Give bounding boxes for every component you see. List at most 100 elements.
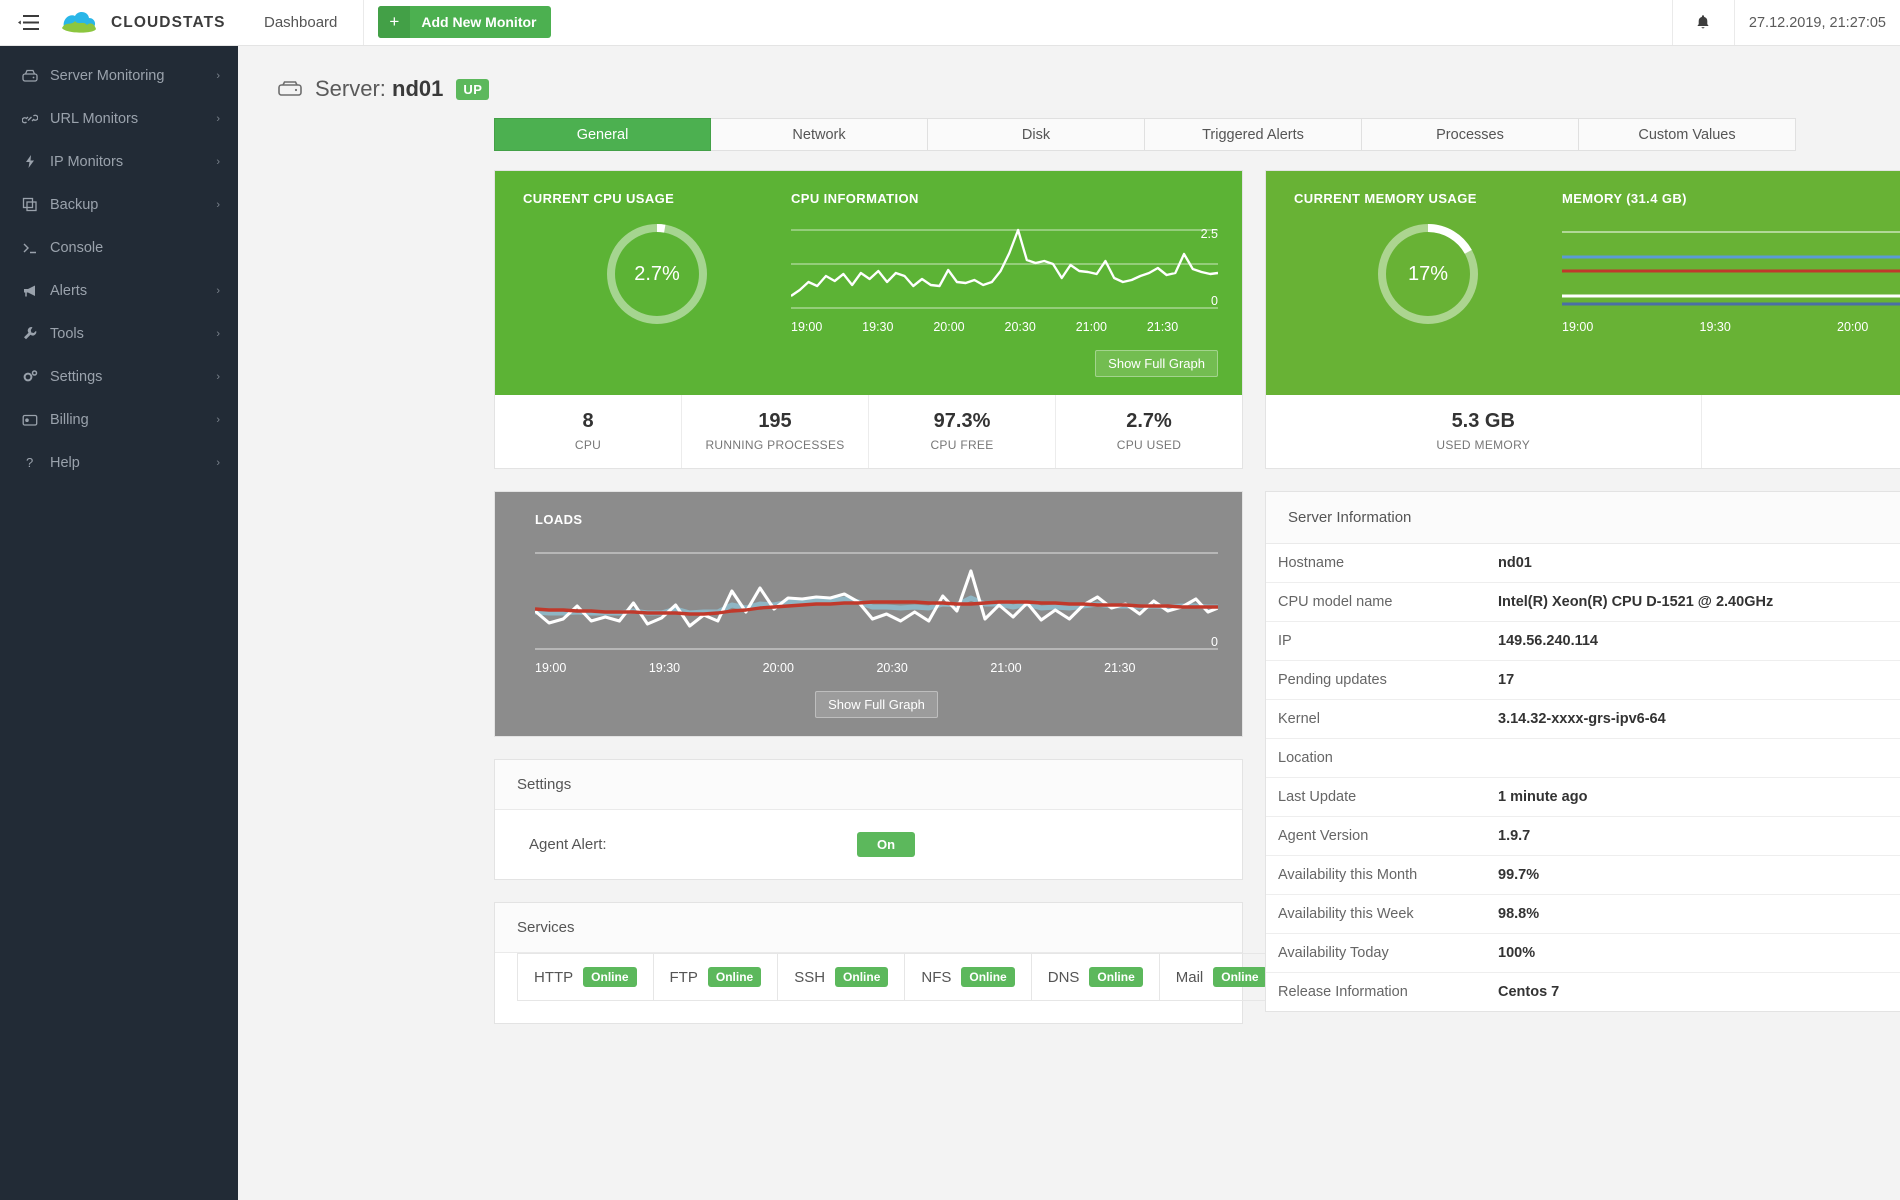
sidebar: CLOUDSTATS Server Monitoring › URL Monit… [0,0,238,1200]
tab-triggered-alerts[interactable]: Triggered Alerts [1145,118,1362,151]
bell-icon[interactable] [1671,0,1734,45]
info-key: CPU model name [1278,594,1393,610]
cpu-chart-ymin-label: 0 [1211,294,1218,308]
info-value: Intel(R) Xeon(R) CPU D-1521 @ 2.40GHz [1498,594,1774,610]
sidebar-item-billing[interactable]: Billing › [0,398,238,441]
question-icon: ? [22,455,50,470]
terminal-icon [22,241,50,255]
cpu-usage-value: 2.7% [634,262,680,285]
cpu-show-full-graph-button[interactable]: Show Full Graph [1095,350,1218,377]
service-name: DNS [1047,968,1080,986]
server-name: nd01 [392,76,444,101]
cpu-xtick: 19:30 [862,320,894,334]
loads-xtick: 20:30 [876,661,908,675]
service-item-ssh[interactable]: SSH Online [777,953,905,1001]
cpu-chart-xaxis: 19:00 19:30 20:00 20:30 21:00 21:30 [791,320,1218,334]
table-row: Pending updates 17 [1266,661,1900,700]
tab-disk[interactable]: Disk [928,118,1145,151]
service-item-nfs[interactable]: NFS Online [904,953,1031,1001]
left-column: CURRENT CPU USAGE 2.7% CPU INFORMATION 2… [494,170,1283,1024]
sidebar-item-ip-monitors[interactable]: IP Monitors › [0,140,238,183]
loads-chart-ymin-label: 0 [1211,635,1218,649]
nav-dashboard[interactable]: Dashboard [238,0,365,45]
stat-value: 26 [1706,410,1900,433]
brand[interactable]: CLOUDSTATS [58,8,226,38]
bolt-icon [22,154,50,169]
service-item-http[interactable]: HTTP Online [517,953,653,1001]
topbar: Dashboard + Add New Monitor 27.12.2019, … [238,0,1900,46]
stat-label: USED MEMORY [1436,438,1531,452]
loads-show-full-graph-button[interactable]: Show Full Graph [815,691,938,718]
sidebar-item-help[interactable]: ? Help › [0,441,238,484]
sidebar-item-settings[interactable]: Settings › [0,355,238,398]
tab-bar: General Network Disk Triggered Alerts Pr… [238,118,1900,151]
server-hdd-icon [278,80,302,98]
sidebar-item-label: Help [50,454,80,471]
service-item-dns[interactable]: DNS Online [1030,953,1159,1001]
stat-label: RUNNING PROCESSES [705,438,845,452]
table-row: Kernel 3.14.32-xxxx-grs-ipv6-64 [1266,700,1900,739]
service-name: FTP [669,968,698,986]
memory-xtick: 20:00 [1837,320,1869,334]
tab-processes[interactable]: Processes [1362,118,1579,151]
cpu-usage-block: CURRENT CPU USAGE 2.7% [523,191,791,377]
cloudstats-logo-icon [58,8,100,38]
sidebar-item-backup[interactable]: Backup › [0,183,238,226]
settings-panel-body: Agent Alert: On [495,810,1242,879]
sidebar-item-server-monitoring[interactable]: Server Monitoring › [0,54,238,97]
sidebar-item-alerts[interactable]: Alerts › [0,269,238,312]
tab-network[interactable]: Network [711,118,928,151]
chevron-right-icon: › [216,284,220,297]
add-new-monitor-button[interactable]: + Add New Monitor [378,6,551,38]
memory-sparkline-chart [1562,224,1900,316]
stat-label: CPU [574,438,602,452]
server-icon [22,69,50,83]
cpu-xtick: 21:00 [1075,320,1107,334]
memory-fullgraph-row: Show Full Graph [1562,350,1900,377]
memory-usage-title: CURRENT MEMORY USAGE [1294,191,1477,206]
loads-chart-xaxis: 19:00 19:30 20:00 20:30 21:00 21:30 [535,661,1218,675]
sidebar-brand-row: CLOUDSTATS [0,0,238,46]
info-value: 149.56.240.114 [1498,633,1598,649]
tab-general[interactable]: General [494,118,711,151]
table-row: Hostname nd01 [1266,544,1900,583]
agent-alert-row: Agent Alert: On [517,832,1220,857]
stat-value: 5.3 GB [1451,410,1515,432]
table-row: Release Information Centos 7 [1266,973,1900,1011]
chevron-right-icon: › [216,456,220,469]
sidebar-item-label: Settings [50,368,103,385]
plus-icon: + [378,6,411,38]
agent-alert-toggle[interactable]: On [857,832,915,857]
info-key: IP [1278,633,1292,649]
agent-alert-label: Agent Alert: [529,836,607,853]
sidebar-item-label: Billing [50,411,89,428]
memory-usage-value: 17% [1407,262,1449,285]
info-key: Location [1278,750,1333,766]
info-key: Availability Today [1278,945,1389,961]
cpu-donut-wrap: 2.7% [523,220,791,328]
cpu-stat-cpu-used: 2.7% CPU USED [1056,395,1242,468]
info-key: Kernel [1278,711,1320,727]
info-key: Availability this Month [1278,867,1418,883]
sidebar-item-label: Server Monitoring [50,67,165,84]
cpu-stats-row: 8 CPU 195 RUNNING PROCESSES 97.3% CPU FR… [495,395,1242,468]
memory-xtick: 19:30 [1699,320,1731,334]
service-status-badge: Online [1213,967,1267,987]
content-area: CURRENT CPU USAGE 2.7% CPU INFORMATION 2… [238,151,1900,1024]
sidebar-item-tools[interactable]: Tools › [0,312,238,355]
table-row: Agent Version 1.9.7 [1266,817,1900,856]
service-name: HTTP [534,968,574,986]
info-key: Release Information [1278,984,1408,1000]
cpu-stat-cpu: 8 CPU [495,395,682,468]
tab-custom-values[interactable]: Custom Values [1579,118,1796,151]
stat-label: CPU USED [1116,438,1182,452]
collapse-menu-icon[interactable] [0,0,58,46]
cpu-graph-block: CPU INFORMATION 2.5 0 19:00 19:30 20:00 … [791,191,1218,377]
stat-value: 195 [758,410,792,432]
chevron-right-icon: › [216,112,220,125]
server-information-panel: Server Information Hostname nd01 CPU mod… [1265,491,1900,1012]
sidebar-item-url-monitors[interactable]: URL Monitors › [0,97,238,140]
info-value: Centos 7 [1498,984,1560,1000]
service-item-ftp[interactable]: FTP Online [652,953,778,1001]
sidebar-item-console[interactable]: Console [0,226,238,269]
